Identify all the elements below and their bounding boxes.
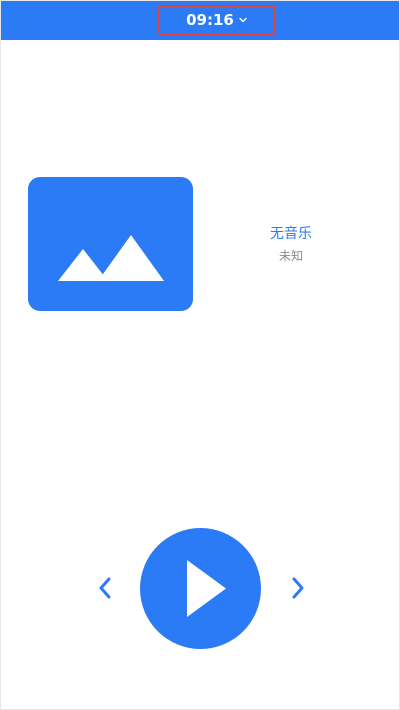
album-art <box>28 177 193 311</box>
play-button[interactable] <box>140 528 261 649</box>
status-bar: 09:16 <box>1 1 399 40</box>
previous-button[interactable] <box>94 573 118 603</box>
time-label: 09:16 <box>186 11 234 29</box>
play-icon <box>187 560 226 617</box>
chevron-down-icon <box>239 17 247 23</box>
chevron-left-icon <box>99 577 111 599</box>
chevron-right-icon <box>292 577 304 599</box>
music-player-screen: 09:16 无音乐 未知 <box>0 0 400 710</box>
song-artist: 未知 <box>278 249 303 263</box>
next-button[interactable] <box>285 573 309 603</box>
song-title: 无音乐 <box>270 226 312 242</box>
image-placeholder-icon <box>58 235 164 281</box>
time-dropdown[interactable]: 09:16 <box>158 5 276 35</box>
